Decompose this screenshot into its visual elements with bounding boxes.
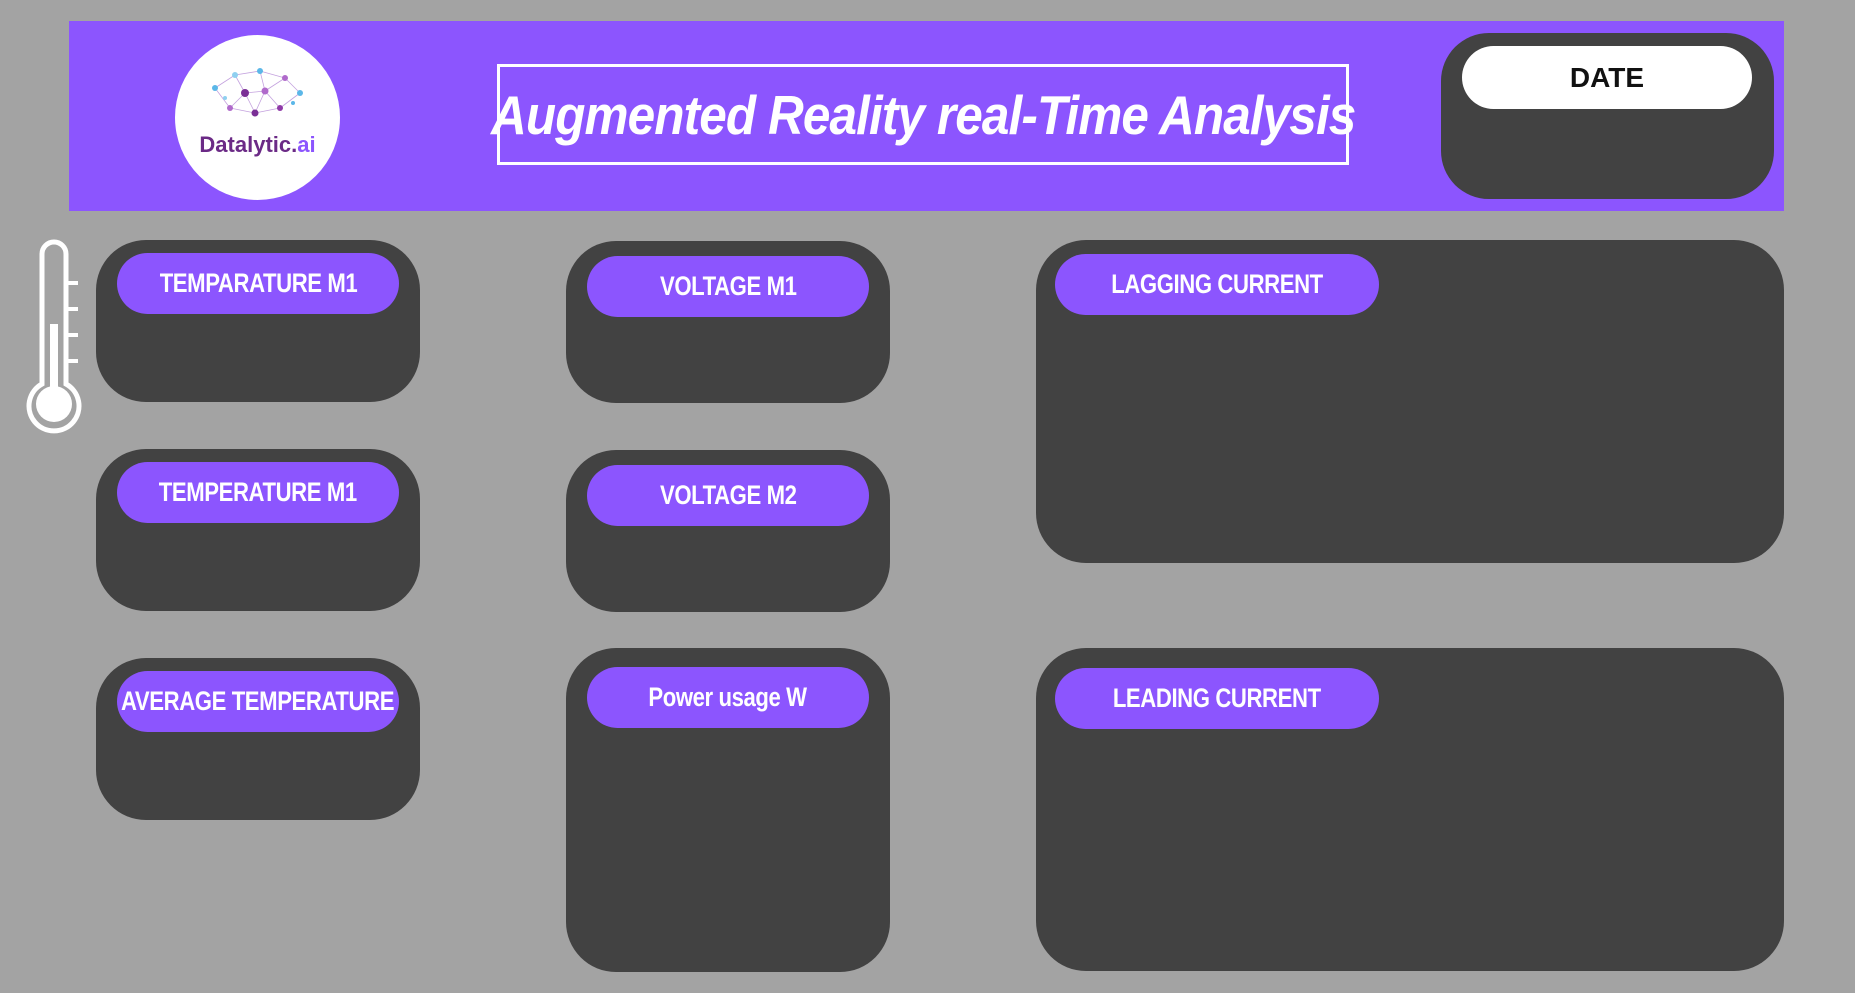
company-logo: Datalytic.ai <box>175 35 340 200</box>
logo-text-ai: ai <box>297 132 316 157</box>
average-temperature-label: AVERAGE TEMPERATURE <box>117 671 399 732</box>
lagging-current-label: LAGGING CURRENT <box>1055 254 1379 315</box>
average-temperature-card: AVERAGE TEMPERATURE <box>96 658 420 820</box>
voltage-m1-card: VOLTAGE M1 <box>566 241 890 403</box>
leading-current-label: LEADING CURRENT <box>1055 668 1379 729</box>
title-frame: Augmented Reality real-Time Analysis <box>491 64 1356 165</box>
temperature-m1-second-card: TEMPERATURE M1 <box>96 449 420 611</box>
temperature-m1-card: TEMPARATURE M1 <box>96 240 420 402</box>
logo-text-main: Datalytic. <box>199 132 298 157</box>
lagging-current-card: LAGGING CURRENT <box>1036 240 1784 563</box>
header-banner: Datalytic.ai Augmented Reality real-Time… <box>69 21 1784 211</box>
voltage-m1-label: VOLTAGE M1 <box>587 256 869 317</box>
thermometer-icon <box>26 239 82 434</box>
temperature-m1-second-label: TEMPERATURE M1 <box>117 462 399 523</box>
leading-current-card: LEADING CURRENT <box>1036 648 1784 971</box>
page-title: Augmented Reality real-Time Analysis <box>490 83 1356 146</box>
voltage-m2-label: VOLTAGE M2 <box>587 465 869 526</box>
voltage-m2-card: VOLTAGE M2 <box>566 450 890 612</box>
brain-network-icon <box>212 68 303 117</box>
date-label: DATE <box>1462 46 1752 109</box>
power-usage-card: Power usage W <box>566 648 890 972</box>
power-usage-label: Power usage W <box>587 667 869 728</box>
logo-wordmark: Datalytic.ai <box>175 132 340 158</box>
temperature-m1-label: TEMPARATURE M1 <box>117 253 399 314</box>
date-card: DATE <box>1441 33 1774 199</box>
